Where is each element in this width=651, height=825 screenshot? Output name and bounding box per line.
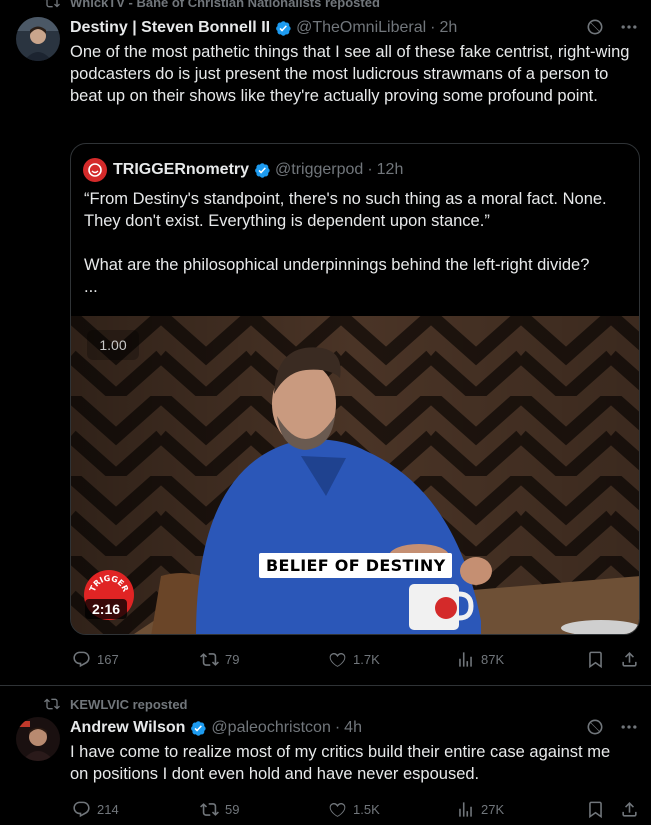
author-handle[interactable]: @paleochristcon: [211, 719, 330, 737]
author-name[interactable]: Destiny | Steven Bonnell II: [70, 19, 270, 37]
bookmark-button[interactable]: [586, 650, 605, 669]
author-handle[interactable]: @TheOmniLiberal: [296, 19, 426, 37]
video-player[interactable]: 1.00 BELIEF OF DESTINY TRIGGER 2:16: [71, 316, 639, 634]
reply-count: 167: [97, 652, 119, 667]
tweet-header: Andrew Wilson @paleochristcon · 4h: [70, 717, 639, 739]
svg-text:TRIGGER: TRIGGER: [88, 574, 130, 593]
trigger-logo-icon: [88, 163, 102, 177]
views-button[interactable]: 27K: [456, 800, 504, 819]
reply-icon: [73, 651, 90, 668]
video-duration: 2:16: [85, 599, 128, 619]
repost-count: 79: [225, 652, 240, 667]
author-name[interactable]: Andrew Wilson: [70, 719, 185, 737]
like-count: 1.5K: [353, 802, 380, 817]
views-button[interactable]: 87K: [456, 650, 504, 669]
repost-by-label[interactable]: KEWLVIC reposted: [70, 697, 188, 712]
tweet-header: Destiny | Steven Bonnell II @TheOmniLibe…: [70, 17, 639, 39]
reply-icon: [73, 801, 90, 818]
analytics-icon: [459, 652, 472, 667]
bookmark-icon: [589, 651, 602, 669]
like-button[interactable]: 1.7K: [328, 650, 380, 669]
repost-indicator: WhickTV - Bane of Christian Nationalists…: [44, 0, 380, 10]
video-caption: BELIEF OF DESTINY: [259, 553, 453, 578]
repost-icon: [200, 653, 219, 666]
view-count: 87K: [481, 652, 505, 667]
quote-timestamp[interactable]: 12h: [377, 161, 404, 179]
reply-button[interactable]: 214: [72, 800, 119, 819]
heart-icon: [329, 802, 346, 817]
heart-icon: [329, 652, 346, 667]
timestamp[interactable]: 4h: [344, 719, 362, 737]
bookmark-icon: [589, 801, 602, 819]
share-button[interactable]: [620, 800, 639, 819]
analytics-icon: [459, 802, 472, 817]
avatar[interactable]: [16, 17, 60, 61]
verified-badge-icon: [255, 162, 270, 178]
like-button[interactable]: 1.5K: [328, 800, 380, 819]
quote-header: TRIGGERnometry @triggerpod · 12h: [83, 158, 403, 182]
reply-button[interactable]: 167: [72, 650, 119, 669]
repost-button[interactable]: 79: [200, 650, 239, 669]
separator-dot: ·: [367, 161, 373, 178]
tweet-text: I have come to realize most of my critic…: [70, 743, 611, 783]
repost-indicator: KEWLVIC reposted: [44, 696, 188, 712]
reply-count: 214: [97, 802, 119, 817]
grok-icon[interactable]: [585, 17, 605, 37]
grok-icon[interactable]: [585, 717, 605, 737]
quote-avatar[interactable]: [83, 158, 107, 182]
repost-by-label[interactable]: WhickTV - Bane of Christian Nationalists…: [70, 0, 380, 10]
tweet-actions: 214 59 1.5K 27K: [70, 800, 639, 820]
video-frame: [71, 316, 639, 634]
repost-icon: [44, 0, 60, 8]
verified-badge-icon: [191, 720, 207, 736]
repost-button[interactable]: 59: [200, 800, 239, 819]
quote-text: “From Destiny's standpoint, there's no s…: [84, 190, 607, 296]
repost-icon: [44, 698, 60, 710]
tweet-divider: [0, 685, 651, 686]
more-options-icon[interactable]: [619, 717, 639, 737]
repost-count: 59: [225, 802, 240, 817]
tweet-text: One of the most pathetic things that I s…: [70, 43, 630, 105]
share-icon: [622, 652, 637, 667]
verified-badge-icon: [276, 20, 291, 36]
like-count: 1.7K: [353, 652, 380, 667]
playback-speed-badge[interactable]: 1.00: [87, 330, 139, 360]
repost-icon: [200, 803, 219, 816]
bookmark-button[interactable]: [586, 800, 605, 819]
timestamp[interactable]: 2h: [439, 19, 457, 37]
share-button[interactable]: [620, 650, 639, 669]
tweet-actions: 167 79 1.7K 87K: [70, 650, 639, 670]
more-options-icon[interactable]: [619, 17, 639, 37]
avatar[interactable]: [16, 717, 60, 761]
share-icon: [622, 802, 637, 817]
logo-text: TRIGGER: [88, 574, 130, 593]
quoted-tweet-card[interactable]: TRIGGERnometry @triggerpod · 12h “From D…: [70, 143, 640, 635]
quote-author-handle[interactable]: @triggerpod: [275, 161, 363, 179]
separator-dot: ·: [430, 19, 436, 36]
separator-dot: ·: [334, 719, 341, 736]
view-count: 27K: [481, 802, 505, 817]
quote-author-name[interactable]: TRIGGERnometry: [113, 161, 249, 179]
